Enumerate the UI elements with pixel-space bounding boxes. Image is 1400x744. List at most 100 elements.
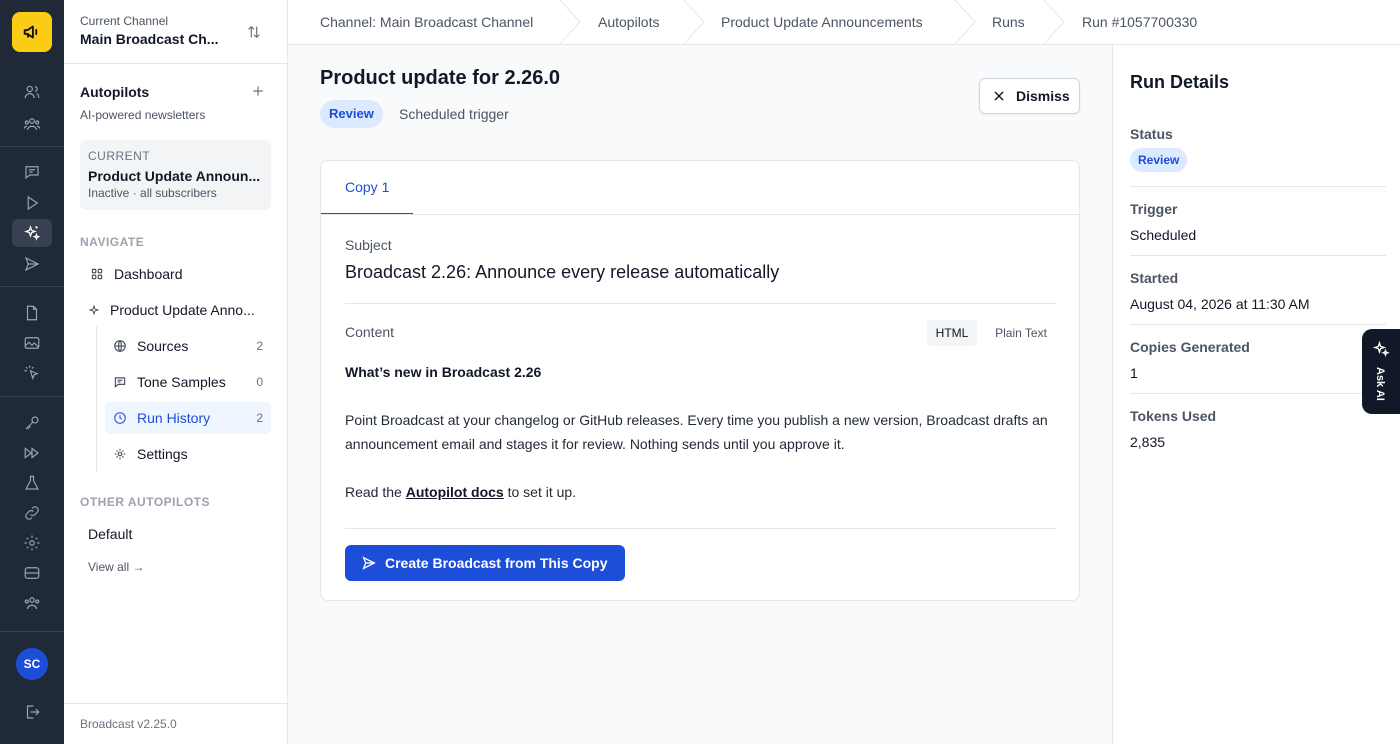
trigger-row: Trigger Scheduled	[1130, 201, 1386, 243]
main-content: Product update for 2.26.0 Review Schedul…	[288, 45, 1112, 744]
trigger-value: Scheduled	[1130, 227, 1197, 243]
tokens-label: Tokens Used	[1130, 408, 1217, 424]
message-icon	[114, 377, 126, 388]
status-badge: Review	[320, 100, 383, 128]
logout-icon[interactable]	[20, 700, 44, 724]
forward-icon[interactable]	[20, 441, 44, 465]
content-label: Content	[345, 324, 395, 340]
started-value: August 04, 2026 at 11:30 AM	[1130, 296, 1310, 312]
nav-dashboard-label: Dashboard	[114, 266, 183, 282]
database-icon[interactable]	[20, 561, 44, 585]
crumb-separator-icon	[683, 0, 705, 44]
copies-value: 1	[1130, 365, 1138, 381]
switch-arrows-icon	[248, 25, 260, 39]
tab-copy-1[interactable]: Copy 1	[321, 161, 413, 215]
users-icon[interactable]	[20, 80, 44, 104]
current-label: CURRENT	[88, 149, 151, 163]
other-autopilot-default[interactable]: Default	[88, 526, 132, 542]
link-icon[interactable]	[20, 501, 44, 525]
gear-icon[interactable]	[20, 531, 44, 555]
cursor-click-icon[interactable]	[20, 361, 44, 385]
nav-settings-label: Settings	[137, 446, 188, 462]
nav-run-history[interactable]: Run History 2	[105, 402, 271, 434]
chat-icon[interactable]	[20, 160, 44, 184]
started-row: Started August 04, 2026 at 11:30 AM	[1130, 270, 1386, 312]
crumb-separator-icon	[559, 0, 581, 44]
run-status-badge: Review	[1130, 148, 1188, 172]
globe-icon	[114, 340, 126, 352]
megaphone-icon[interactable]	[12, 12, 52, 52]
navigate-label: NAVIGATE	[80, 235, 145, 249]
cog-icon	[114, 448, 126, 460]
breadcrumb: Channel: Main Broadcast Channel Autopilo…	[288, 0, 1400, 45]
nav-product-update[interactable]: Product Update Anno...	[80, 298, 271, 322]
app-rail: SC	[0, 0, 64, 744]
image-icon[interactable]	[20, 331, 44, 355]
copy-card: Copy 1 Subject Broadcast 2.26: Announce …	[320, 160, 1080, 601]
send-icon[interactable]	[20, 252, 44, 276]
create-broadcast-label: Create Broadcast from This Copy	[385, 555, 608, 571]
current-autopilot-card[interactable]: CURRENT Product Update Announ... Inactiv…	[80, 140, 271, 210]
sparkles-icon[interactable]	[12, 219, 52, 247]
nav-product-label: Product Update Anno...	[110, 302, 255, 318]
document-icon[interactable]	[20, 301, 44, 325]
crumb-run: Run #1057700330	[1082, 14, 1198, 30]
docs-suffix: to set it up.	[503, 484, 577, 500]
add-autopilot-icon[interactable]	[251, 84, 265, 98]
current-status: Inactive · all subscribers	[88, 186, 217, 200]
tab-copy-1-label: Copy 1	[345, 179, 390, 195]
create-broadcast-button[interactable]: Create Broadcast from This Copy	[345, 545, 625, 581]
autopilot-docs-link[interactable]: Autopilot docs	[406, 484, 504, 500]
autopilots-title: Autopilots	[80, 84, 150, 100]
play-icon[interactable]	[20, 191, 44, 215]
sparkle-icon	[88, 304, 100, 316]
body-heading: What’s new in Broadcast 2.26	[345, 364, 542, 380]
crumb-channel[interactable]: Channel: Main Broadcast Channel	[320, 14, 533, 30]
tokens-row: Tokens Used 2,835	[1130, 408, 1386, 450]
copies-row: Copies Generated 1	[1130, 339, 1386, 381]
other-autopilots-label: OTHER AUTOPILOTS	[80, 495, 211, 509]
trigger-label: Trigger	[1130, 201, 1178, 217]
close-icon	[994, 91, 1004, 101]
page-title: Product update for 2.26.0	[320, 67, 561, 89]
grid-icon	[91, 268, 103, 280]
nav-tone-samples[interactable]: Tone Samples 0	[105, 366, 271, 398]
avatar[interactable]: SC	[16, 648, 48, 680]
tone-count: 0	[256, 375, 263, 389]
nav-sources-label: Sources	[137, 338, 189, 354]
html-mode-button[interactable]: HTML	[927, 320, 977, 346]
trigger-label: Scheduled trigger	[399, 106, 509, 122]
sparkles-icon	[1372, 340, 1390, 357]
run-details-title: Run Details	[1130, 72, 1230, 92]
nav-sources[interactable]: Sources 2	[105, 330, 271, 362]
crumb-autopilots[interactable]: Autopilots	[598, 14, 659, 30]
channel-switcher[interactable]: Current Channel Main Broadcast Ch...	[80, 14, 270, 47]
flask-icon[interactable]	[20, 471, 44, 495]
version-label: Broadcast v2.25.0	[80, 717, 177, 731]
subject-label: Subject	[345, 237, 392, 253]
sidebar: Current Channel Main Broadcast Ch... Aut…	[64, 0, 288, 744]
plain-text-mode-button[interactable]: Plain Text	[985, 320, 1057, 346]
current-name: Product Update Announ...	[88, 168, 261, 184]
send-icon	[362, 556, 376, 570]
started-label: Started	[1130, 270, 1179, 286]
status-row: Status Review	[1130, 126, 1386, 172]
dismiss-button[interactable]: Dismiss	[979, 78, 1080, 114]
autopilots-subtitle: AI-powered newsletters	[80, 108, 206, 122]
status-label: Status	[1130, 126, 1173, 142]
key-icon[interactable]	[20, 411, 44, 435]
ask-ai-button[interactable]: Ask AI	[1362, 329, 1400, 414]
nav-settings[interactable]: Settings	[105, 438, 271, 470]
subject-text: Broadcast 2.26: Announce every release a…	[345, 262, 780, 282]
docs-prefix: Read the	[345, 484, 406, 500]
body-paragraph: Point Broadcast at your changelog or Git…	[345, 412, 1048, 452]
view-all-link[interactable]: View all →	[88, 560, 144, 574]
run-details-panel: Run Details Status Review Trigger Schedu…	[1112, 45, 1400, 744]
nav-dashboard[interactable]: Dashboard	[80, 262, 271, 286]
group-icon[interactable]	[20, 591, 44, 615]
clock-icon	[114, 412, 126, 424]
body-docs-line: Read the Autopilot docs to set it up.	[345, 480, 576, 504]
team-icon[interactable]	[20, 112, 44, 136]
crumb-runs[interactable]: Runs	[992, 14, 1025, 30]
crumb-product-update[interactable]: Product Update Announcements	[721, 14, 923, 30]
